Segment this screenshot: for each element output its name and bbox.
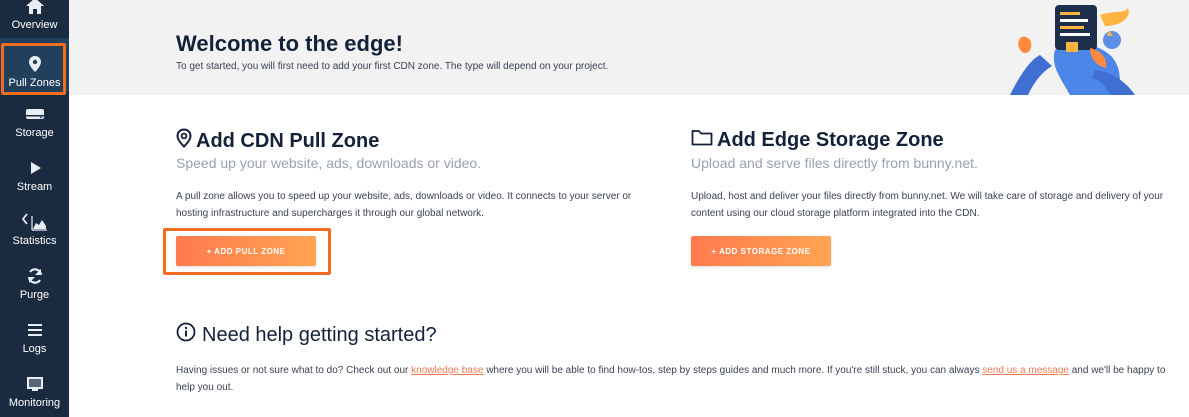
help-text: Having issues or not sure what to do? Ch… bbox=[176, 362, 1176, 396]
storage-zone-title: Add Edge Storage Zone bbox=[691, 128, 944, 152]
help-title-text: Need help getting started? bbox=[202, 323, 437, 346]
storage-zone-description: Upload, host and deliver your files dire… bbox=[691, 191, 1164, 219]
play-icon bbox=[27, 158, 43, 178]
monitor-icon bbox=[26, 374, 44, 394]
storage-zone-subtitle: Upload and serve files directly from bun… bbox=[691, 155, 978, 171]
home-icon bbox=[25, 0, 45, 16]
send-message-link[interactable]: send us a message bbox=[982, 365, 1069, 376]
storage-icon bbox=[25, 104, 45, 124]
nav-overview[interactable]: Overview bbox=[0, 0, 69, 34]
add-pull-zone-button[interactable]: + ADD PULL ZONE bbox=[176, 236, 316, 266]
nav-purge-label: Purge bbox=[19, 289, 50, 301]
nav-overview-label: Overview bbox=[11, 19, 58, 31]
page-subtitle: To get started, you will first need to a… bbox=[176, 61, 609, 72]
pull-zone-description: A pull zone allows you to speed up your … bbox=[176, 191, 632, 219]
nav-pull-zones[interactable]: Pull Zones bbox=[0, 38, 69, 92]
chart-area-icon bbox=[21, 212, 49, 232]
map-pin-icon bbox=[28, 54, 42, 74]
nav-logs-label: Logs bbox=[22, 343, 47, 355]
nav-storage[interactable]: Storage bbox=[0, 88, 69, 142]
refresh-icon bbox=[26, 266, 44, 286]
help-title: Need help getting started? bbox=[176, 322, 437, 348]
nav-monitoring[interactable]: Monitoring bbox=[0, 358, 69, 412]
nav-logs[interactable]: Logs bbox=[0, 304, 69, 358]
help-text-part-2: where you will be able to find how-tos, … bbox=[483, 365, 983, 376]
nav-stream[interactable]: Stream bbox=[0, 142, 69, 196]
add-storage-zone-button[interactable]: + ADD STORAGE ZONE bbox=[691, 236, 831, 266]
sidebar: Overview Pull Zones Storage Stream Stati… bbox=[0, 0, 69, 417]
map-marker-icon bbox=[176, 128, 192, 154]
help-text-part-1: Having issues or not sure what to do? Ch… bbox=[176, 365, 412, 376]
pull-zone-title: Add CDN Pull Zone bbox=[176, 128, 379, 154]
page-title: Welcome to the edge! bbox=[176, 31, 403, 56]
storage-zone-title-text: Add Edge Storage Zone bbox=[717, 128, 944, 151]
nav-statistics-label: Statistics bbox=[12, 235, 57, 247]
nav-storage-label: Storage bbox=[15, 127, 54, 139]
info-icon bbox=[176, 322, 196, 348]
knowledge-base-link[interactable]: knowledge base bbox=[411, 365, 483, 376]
pull-zone-title-text: Add CDN Pull Zone bbox=[196, 129, 380, 152]
pull-zone-subtitle: Speed up your website, ads, downloads or… bbox=[176, 155, 482, 171]
nav-purge[interactable]: Purge bbox=[0, 250, 69, 304]
bunny-mascot-illustration bbox=[1010, 5, 1135, 95]
nav-stream-label: Stream bbox=[16, 181, 53, 193]
nav-statistics[interactable]: Statistics bbox=[0, 196, 69, 250]
folder-icon bbox=[691, 128, 713, 152]
nav-monitoring-label: Monitoring bbox=[8, 397, 61, 409]
list-icon bbox=[27, 320, 43, 340]
